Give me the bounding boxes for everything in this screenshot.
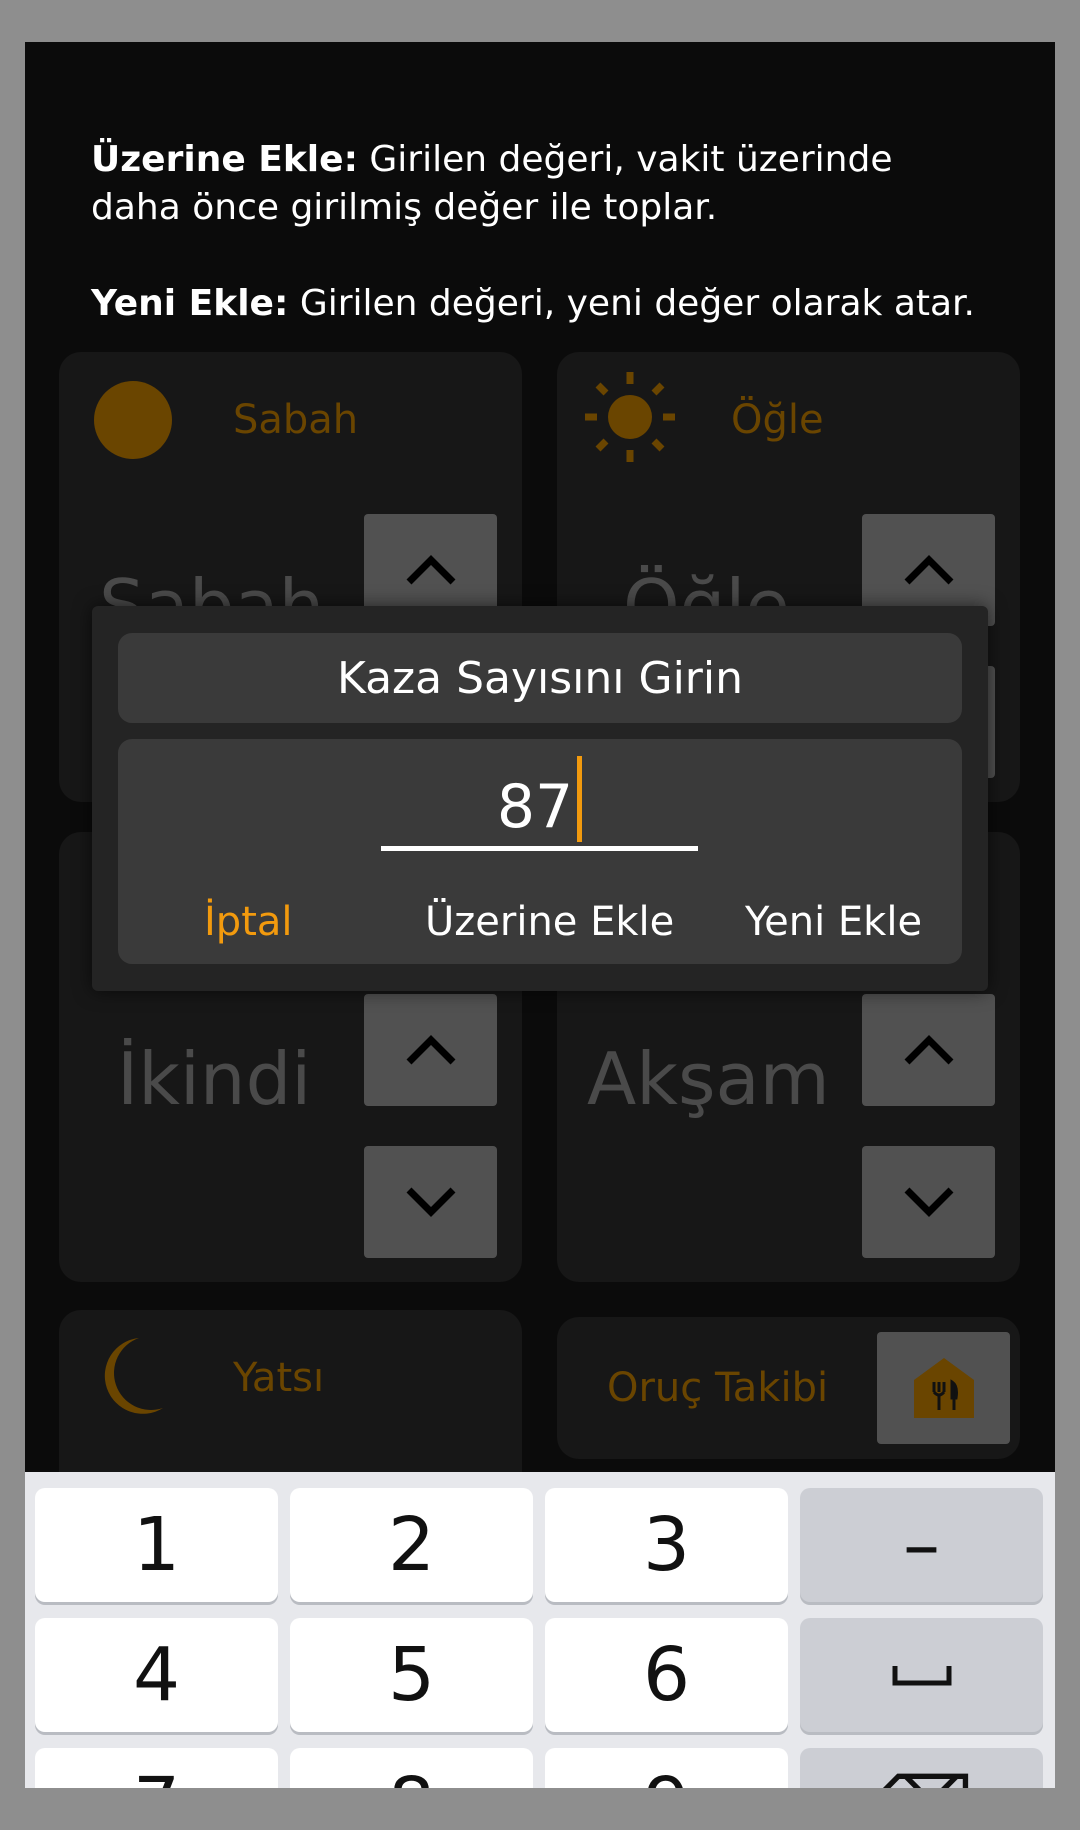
chevron-down-icon bbox=[904, 1187, 953, 1217]
key-space[interactable] bbox=[800, 1618, 1043, 1732]
card-yatsi-title: Yatsı bbox=[233, 1355, 325, 1401]
card-ikindi-label: İkindi bbox=[117, 1037, 312, 1121]
kaza-count-value: 87 bbox=[496, 772, 574, 842]
add-new-button[interactable]: Yeni Ekle bbox=[745, 897, 922, 947]
key-6[interactable]: 6 bbox=[545, 1618, 788, 1732]
moon-icon bbox=[99, 1336, 165, 1420]
app-screen: Üzerine Ekle: Girilen değeri, vakit üzer… bbox=[25, 42, 1055, 1788]
key-9[interactable]: 9 bbox=[545, 1748, 788, 1788]
key-1[interactable]: 1 bbox=[35, 1488, 278, 1602]
kaza-dialog: Kaza Sayısını Girin 87 İptal Üzerine Ekl… bbox=[92, 606, 988, 991]
card-aksam-label: Akşam bbox=[587, 1037, 830, 1121]
key-backspace[interactable]: ⌫ bbox=[800, 1748, 1043, 1788]
cancel-button[interactable]: İptal bbox=[204, 897, 293, 947]
text-caret bbox=[577, 756, 583, 842]
info-yeni-ekle-text: Girilen değeri, yeni değer olarak atar. bbox=[288, 283, 975, 324]
ikindi-decrement-button[interactable] bbox=[364, 1146, 497, 1258]
chevron-up-icon bbox=[904, 555, 953, 585]
chevron-up-icon bbox=[406, 555, 455, 585]
card-ogle-title: Öğle bbox=[731, 397, 824, 443]
chevron-up-icon bbox=[406, 1035, 455, 1065]
info-yeni-ekle: Yeni Ekle: Girilen değeri, yeni değer ol… bbox=[91, 280, 1011, 328]
kaza-count-input[interactable]: 87 bbox=[381, 756, 698, 851]
card-sabah-title: Sabah bbox=[233, 397, 359, 443]
key-minus[interactable]: – bbox=[800, 1488, 1043, 1602]
aksam-decrement-button[interactable] bbox=[862, 1146, 995, 1258]
numeric-keyboard: 1 2 3 – 4 5 6 7 8 9 ⌫ bbox=[25, 1472, 1055, 1788]
info-uzerine-ekle: Üzerine Ekle: Girilen değeri, vakit üzer… bbox=[91, 136, 991, 232]
key-2[interactable]: 2 bbox=[290, 1488, 533, 1602]
sun-full-icon bbox=[93, 380, 173, 464]
key-5[interactable]: 5 bbox=[290, 1618, 533, 1732]
sun-rays-icon bbox=[585, 372, 675, 466]
ikindi-increment-button[interactable] bbox=[364, 994, 497, 1106]
card-oruc[interactable]: Oruç Takibi bbox=[557, 1317, 1020, 1459]
key-8[interactable]: 8 bbox=[290, 1748, 533, 1788]
aksam-increment-button[interactable] bbox=[862, 994, 995, 1106]
space-icon bbox=[892, 1666, 951, 1686]
dialog-title: Kaza Sayısını Girin bbox=[118, 633, 962, 723]
key-4[interactable]: 4 bbox=[35, 1618, 278, 1732]
oruc-open-button[interactable] bbox=[877, 1332, 1010, 1444]
key-3[interactable]: 3 bbox=[545, 1488, 788, 1602]
chevron-up-icon bbox=[904, 1035, 953, 1065]
add-on-top-button[interactable]: Üzerine Ekle bbox=[425, 897, 674, 947]
restaurant-house-icon bbox=[913, 1358, 974, 1418]
key-7[interactable]: 7 bbox=[35, 1748, 278, 1788]
info-uzerine-ekle-bold: Üzerine Ekle: bbox=[91, 139, 358, 180]
dialog-body: 87 İptal Üzerine Ekle Yeni Ekle bbox=[118, 739, 962, 964]
card-oruc-title: Oruç Takibi bbox=[607, 1365, 829, 1411]
chevron-down-icon bbox=[406, 1187, 455, 1217]
info-yeni-ekle-bold: Yeni Ekle: bbox=[91, 283, 289, 324]
